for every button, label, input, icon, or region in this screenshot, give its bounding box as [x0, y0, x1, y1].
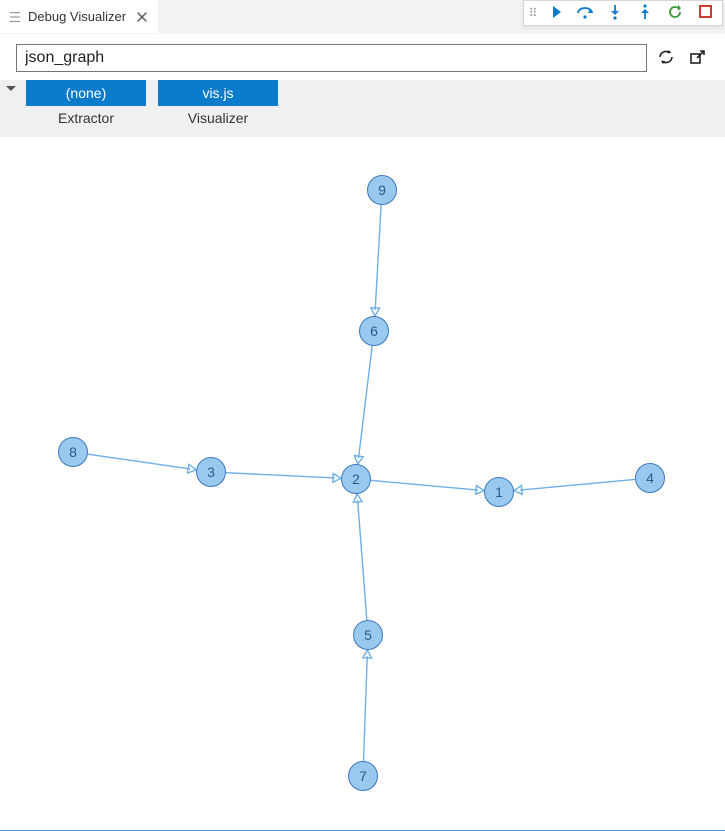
extractor-chip[interactable]: (none) [26, 80, 146, 106]
stop-icon [699, 5, 712, 21]
step-out-button[interactable] [630, 1, 660, 25]
graph-node[interactable]: 9 [367, 175, 397, 205]
step-into-button[interactable] [600, 1, 630, 25]
tab-title: Debug Visualizer [28, 9, 126, 24]
step-into-icon [608, 4, 622, 23]
refresh-button[interactable] [655, 47, 677, 69]
visualizer-chip[interactable]: vis.js [158, 80, 278, 106]
popout-icon [689, 48, 707, 69]
visualizer-selector: vis.js Visualizer [158, 80, 278, 126]
expression-input[interactable] [16, 44, 647, 72]
graph-canvas[interactable]: 1 2 3 4 5 6 7 8 9 [0, 137, 725, 831]
continue-icon [547, 4, 563, 23]
graph-node[interactable]: 8 [58, 437, 88, 467]
stop-button[interactable] [690, 1, 720, 25]
graph-node[interactable]: 2 [341, 464, 371, 494]
graph-node[interactable]: 1 [484, 477, 514, 507]
popout-button[interactable] [687, 47, 709, 69]
extractor-selector: (none) Extractor [26, 80, 146, 126]
step-over-button[interactable] [570, 1, 600, 25]
list-tree-icon [8, 10, 22, 24]
visualizer-label: Visualizer [188, 110, 248, 126]
step-over-icon [576, 4, 594, 23]
graph-node[interactable]: 5 [353, 620, 383, 650]
continue-button[interactable] [540, 1, 570, 25]
extractor-label: Extractor [58, 110, 114, 126]
graph-node[interactable]: 3 [196, 457, 226, 487]
close-icon[interactable] [136, 11, 148, 23]
step-out-icon [638, 4, 652, 23]
graph-node[interactable]: 6 [359, 316, 389, 346]
graph-node[interactable]: 4 [635, 463, 665, 493]
restart-button[interactable] [660, 1, 690, 25]
expression-row [0, 34, 725, 80]
refresh-icon [657, 48, 675, 69]
tab-bar: Debug Visualizer ⠿ [0, 0, 725, 34]
graph-node[interactable]: 7 [348, 761, 378, 791]
selector-row: (none) Extractor vis.js Visualizer [0, 80, 725, 137]
tab-debug-visualizer[interactable]: Debug Visualizer [0, 0, 158, 33]
restart-icon [667, 4, 683, 23]
grip-icon[interactable]: ⠿ [526, 6, 540, 20]
debug-toolbar: ⠿ [523, 0, 723, 26]
chevron-down-icon[interactable] [6, 86, 16, 91]
